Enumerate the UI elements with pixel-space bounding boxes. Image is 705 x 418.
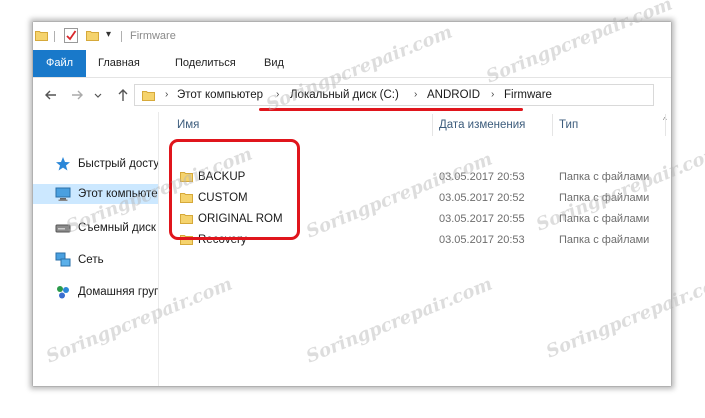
explorer-window: ▾ Firmware Файл Главная Поделиться Вид ›… — [33, 22, 671, 386]
chevron-right-icon[interactable]: › — [414, 85, 417, 105]
tab-view[interactable]: Вид — [264, 50, 284, 77]
item-type: Папка с файлами — [559, 213, 650, 225]
new-folder-icon[interactable] — [86, 30, 99, 41]
customize-toolbar-chevron-icon[interactable]: ▾ — [106, 28, 111, 42]
folder-icon — [35, 31, 48, 41]
item-type: Папка с файлами — [559, 192, 650, 204]
sidebar-item-label: Съемный диск — [78, 222, 156, 234]
breadcrumb-this-pc[interactable]: Этот компьютер — [177, 85, 263, 105]
column-divider[interactable] — [665, 114, 666, 136]
removable-drive-icon — [55, 224, 71, 233]
star-icon — [56, 157, 70, 171]
column-header-type[interactable]: Тип — [559, 118, 578, 132]
sidebar-item-homegroup[interactable]: Домашняя группа — [33, 282, 158, 302]
item-date: 03.05.2017 20:52 — [439, 192, 525, 204]
breadcrumb-firmware[interactable]: Firmware — [504, 85, 552, 105]
chevron-right-icon[interactable]: › — [165, 85, 168, 105]
ribbon: Файл Главная Поделиться Вид — [33, 50, 671, 78]
annotation-box — [169, 139, 300, 240]
computer-icon — [55, 187, 71, 201]
item-date: 03.05.2017 20:55 — [439, 213, 525, 225]
properties-icon[interactable] — [64, 28, 78, 43]
item-type: Папка с файлами — [559, 171, 650, 183]
breadcrumb-android[interactable]: ANDROID — [427, 85, 480, 105]
divider — [54, 31, 55, 42]
tab-home[interactable]: Главная — [98, 50, 140, 77]
chevron-right-icon[interactable]: › — [491, 85, 494, 105]
chevron-down-icon[interactable] — [93, 87, 103, 103]
homegroup-icon — [57, 286, 69, 299]
folder-icon — [142, 91, 155, 101]
window-title: Firmware — [130, 30, 176, 42]
sidebar-item-network[interactable]: Сеть — [33, 250, 158, 270]
title-bar: ▾ Firmware — [33, 22, 671, 50]
tab-file[interactable]: Файл — [33, 50, 86, 77]
sidebar-item-label: Этот компьютер — [78, 188, 159, 200]
breadcrumb-local-disk[interactable]: Локальный диск (C:) — [290, 85, 399, 105]
navigation-bar: › Этот компьютер › Локальный диск (C:) ›… — [33, 78, 671, 112]
network-icon — [55, 252, 71, 267]
item-type: Папка с файлами — [559, 234, 650, 246]
column-divider[interactable] — [552, 114, 553, 136]
address-bar[interactable]: › Этот компьютер › Локальный диск (C:) ›… — [134, 84, 654, 106]
item-date: 03.05.2017 20:53 — [439, 234, 525, 246]
annotation-underline — [259, 108, 523, 111]
sidebar-item-label: Быстрый доступ — [78, 158, 159, 170]
chevron-right-icon[interactable]: › — [276, 85, 279, 105]
sidebar-item-quick-access[interactable]: Быстрый доступ — [33, 154, 159, 174]
navigation-pane: Быстрый доступ Этот компьютер Съемный ди… — [33, 112, 159, 386]
column-divider[interactable] — [432, 114, 433, 136]
column-header-name[interactable]: Имя — [177, 118, 199, 132]
column-header-date[interactable]: Дата изменения — [439, 118, 525, 132]
divider — [121, 31, 122, 42]
forward-arrow-icon[interactable] — [69, 87, 85, 103]
item-date: 03.05.2017 20:53 — [439, 171, 525, 183]
sidebar-item-removable-drive[interactable]: Съемный диск — [33, 218, 158, 238]
up-arrow-icon[interactable] — [115, 87, 131, 103]
back-arrow-icon[interactable] — [43, 87, 59, 103]
sidebar-item-this-pc[interactable]: Этот компьютер — [33, 184, 159, 204]
tab-share[interactable]: Поделиться — [175, 50, 236, 77]
sidebar-item-label: Домашняя группа — [78, 286, 158, 298]
sidebar-item-label: Сеть — [78, 254, 104, 266]
